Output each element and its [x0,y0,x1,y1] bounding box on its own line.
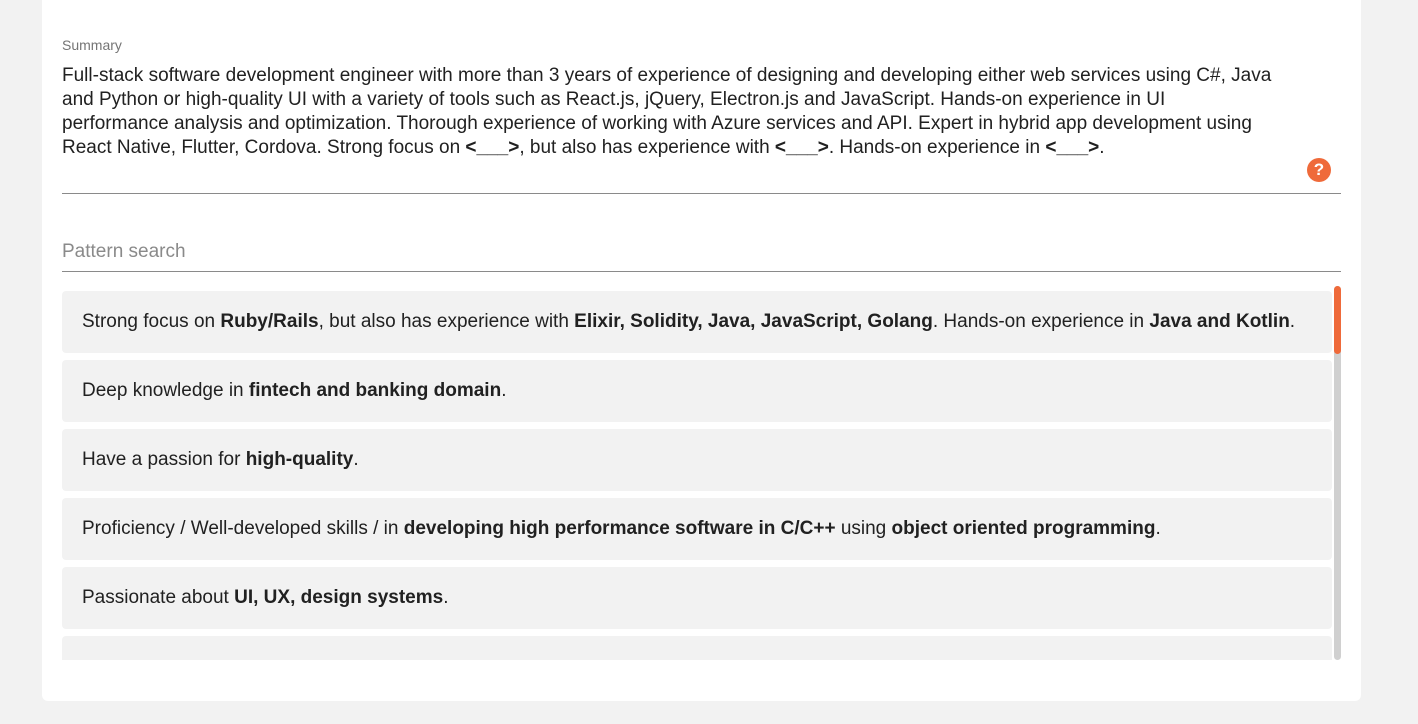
plain-text: Deep knowledge in [82,380,249,401]
results-scrollbar-thumb[interactable] [1334,286,1341,354]
emphasis-text: Java and Kotlin [1149,311,1290,332]
editor-card: Summary Full-stack software development … [42,0,1361,701]
emphasis-text: Elixir, Solidity, Java, JavaScript, Gola… [574,311,933,332]
pattern-result-item[interactable]: Strong focus on Ruby/Rails, but also has… [62,291,1332,353]
emphasis-text: fintech and banking domain [248,380,502,401]
emphasis-text: UI, UX, design systems [234,587,444,608]
summary-text[interactable]: Full-stack software development engineer… [62,64,1277,160]
emphasis-text: high-quality [245,449,354,470]
plain-text: Proficiency / Well-developed skills / in [82,518,404,539]
plain-text: . [1099,137,1105,158]
pattern-result-item[interactable]: Deep knowledge in fintech and banking do… [62,360,1332,422]
emphasis-text: developing high performance software in … [403,518,836,539]
plain-text: Strong focus on [82,311,221,332]
plain-text: . [1155,518,1161,539]
plain-text: . [443,587,449,608]
pattern-search-field[interactable] [62,232,1341,272]
plain-text: , but also has experience with [318,311,575,332]
plain-text: . [353,449,359,470]
emphasis-text: object oriented programming [891,518,1156,539]
plain-text: . Hands-on experience in [828,137,1046,158]
plain-text: , but also has experience with [519,137,775,158]
pattern-result-item[interactable]: Passionate about UI, UX, design systems. [62,567,1332,629]
emphasis-text: <___> [465,137,520,158]
summary-label: Summary [62,37,122,53]
plain-text: . [501,380,507,401]
pattern-result-item[interactable] [62,636,1332,660]
pattern-result-item[interactable]: Have a passion for high-quality. [62,429,1332,491]
plain-text: . Hands-on experience in [932,311,1150,332]
question-circle-icon[interactable]: ? [1307,158,1331,182]
pattern-results-list: Strong focus on Ruby/Rails, but also has… [62,291,1332,660]
emphasis-text: <___> [774,137,829,158]
plain-text: Passionate about [82,587,235,608]
results-scrollbar[interactable] [1334,286,1341,660]
pattern-search-input[interactable] [62,238,1332,266]
emphasis-text: Ruby/Rails [220,311,319,332]
emphasis-text: <___> [1045,137,1100,158]
pattern-result-item[interactable]: Proficiency / Well-developed skills / in… [62,498,1332,560]
plain-text: Have a passion for [82,449,246,470]
summary-field[interactable]: Summary Full-stack software development … [62,36,1341,194]
plain-text: using [835,518,892,539]
plain-text: . [1289,311,1296,332]
